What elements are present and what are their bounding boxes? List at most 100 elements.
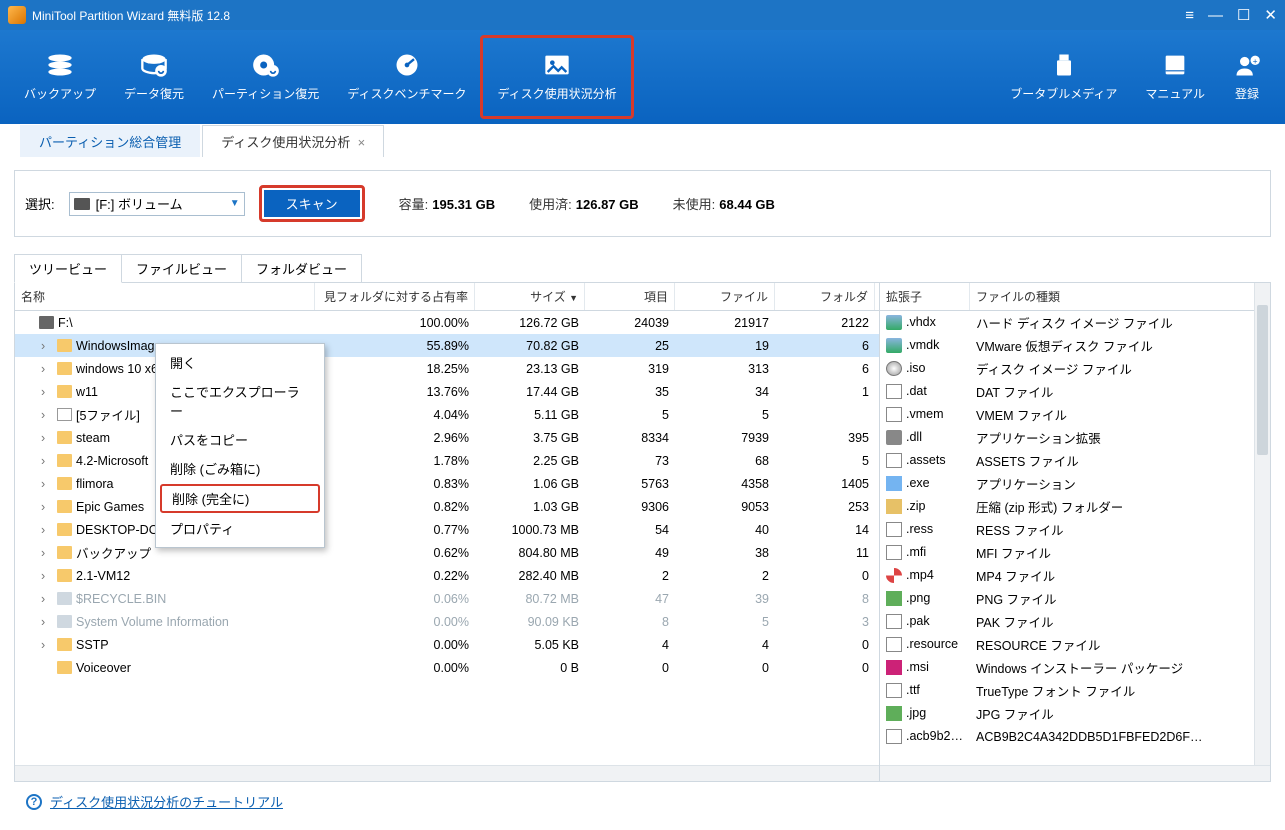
table-row[interactable]: .zip圧縮 (zip 形式) フォルダー [880, 495, 1254, 518]
table-row[interactable]: ›Epic Games0.82%1.03 GB93069053253 [15, 495, 879, 518]
table-row[interactable]: .acb9b2c4…ACB9B2C4A342DDB5D1FBFED2D6F… [880, 725, 1254, 748]
table-row[interactable]: ›windows 10 x6…18.25%23.13 GB3193136 [15, 357, 879, 380]
scan-button[interactable]: スキャン [264, 190, 360, 217]
expander-icon[interactable]: › [41, 569, 53, 583]
table-row[interactable]: ›System Volume Information0.00%90.09 KB8… [15, 610, 879, 633]
menu-open[interactable]: 開く [156, 348, 324, 377]
minimize-icon[interactable]: — [1208, 7, 1223, 24]
maximize-icon[interactable]: ☐ [1237, 6, 1250, 24]
partition-recovery-button[interactable]: パーティション復元 [198, 35, 333, 119]
col-occupancy[interactable]: 見フォルダに対する占有率 [315, 283, 475, 310]
disk-benchmark-button[interactable]: ディスクベンチマーク [333, 35, 480, 119]
ext-body[interactable]: .vhdxハード ディスク イメージ ファイル.vmdkVMware 仮想ディス… [880, 311, 1270, 765]
col-filetype[interactable]: ファイルの種類 [970, 283, 1270, 310]
data-recovery-button[interactable]: データ復元 [110, 35, 198, 119]
table-row[interactable]: .ressRESS ファイル [880, 518, 1254, 541]
expander-icon[interactable]: › [41, 454, 53, 468]
table-row[interactable]: ›SSTP0.00%5.05 KB440 [15, 633, 879, 656]
table-row[interactable]: .pakPAK ファイル [880, 610, 1254, 633]
expander-icon[interactable]: › [41, 362, 53, 376]
close-tab-icon[interactable]: × [358, 135, 366, 150]
table-row[interactable]: .jpgJPG ファイル [880, 702, 1254, 725]
table-row[interactable]: ›2.1-VM120.22%282.40 MB220 [15, 564, 879, 587]
register-button[interactable]: + 登録 [1219, 35, 1275, 119]
backup-button[interactable]: バックアップ [10, 35, 110, 119]
bootable-media-button[interactable]: ブータブルメディア [996, 35, 1131, 119]
table-row[interactable]: .msiWindows インストーラー パッケージ [880, 656, 1254, 679]
expander-icon[interactable]: › [41, 546, 53, 560]
col-folders[interactable]: フォルダ [775, 283, 875, 310]
table-row[interactable]: .vmemVMEM ファイル [880, 403, 1254, 426]
expander-icon[interactable]: › [41, 615, 53, 629]
row-occupancy: 0.83% [315, 477, 475, 491]
expander-icon[interactable]: › [41, 500, 53, 514]
expander-icon[interactable]: › [41, 638, 53, 652]
table-row[interactable]: ›w1113.76%17.44 GB35341 [15, 380, 879, 403]
expander-icon[interactable]: › [41, 523, 53, 537]
expander-icon[interactable]: › [41, 385, 53, 399]
expander-icon[interactable]: › [41, 477, 53, 491]
table-row[interactable]: .exeアプリケーション [880, 472, 1254, 495]
table-row[interactable]: ›$RECYCLE.BIN0.06%80.72 MB47398 [15, 587, 879, 610]
col-items[interactable]: 項目 [585, 283, 675, 310]
table-row[interactable]: .vhdxハード ディスク イメージ ファイル [880, 311, 1254, 334]
tab-partition-mgmt[interactable]: パーティション総合管理 [20, 125, 200, 157]
table-row[interactable]: .datDAT ファイル [880, 380, 1254, 403]
table-row[interactable]: .ttfTrueType フォント ファイル [880, 679, 1254, 702]
vertical-scrollbar[interactable] [1254, 283, 1270, 765]
row-type: VMware 仮想ディスク ファイル [970, 336, 1254, 355]
chevron-down-icon: ▼ [230, 198, 240, 209]
table-row[interactable]: .isoディスク イメージ ファイル [880, 357, 1254, 380]
tree-body[interactable]: F:\100.00%126.72 GB24039219172122›Window… [15, 311, 879, 765]
row-ext: .jpg [880, 706, 970, 721]
row-size: 90.09 KB [475, 615, 585, 629]
menu-delete-recycle[interactable]: 削除 (ごみ箱に) [156, 454, 324, 483]
row-ext: .pak [880, 614, 970, 629]
col-files[interactable]: ファイル [675, 283, 775, 310]
col-size[interactable]: サイズ ▼ [475, 283, 585, 310]
menu-delete-permanent[interactable]: 削除 (完全に) [160, 484, 320, 513]
table-row[interactable]: .resourceRESOURCE ファイル [880, 633, 1254, 656]
manual-button[interactable]: マニュアル [1131, 35, 1219, 119]
table-row[interactable]: .vmdkVMware 仮想ディスク ファイル [880, 334, 1254, 357]
volume-select[interactable]: [F:] ボリューム ▼ [69, 192, 245, 216]
table-row[interactable]: ›DESKTOP-DO…0.77%1000.73 MB544014 [15, 518, 879, 541]
tab-tree-view[interactable]: ツリービュー [14, 254, 122, 283]
table-row[interactable]: F:\100.00%126.72 GB24039219172122 [15, 311, 879, 334]
book-icon [1161, 53, 1189, 77]
expander-icon[interactable]: › [41, 339, 53, 353]
disk-usage-button[interactable]: ディスク使用状況分析 [480, 35, 633, 119]
tab-file-view[interactable]: ファイルビュー [122, 254, 242, 283]
scroll-thumb[interactable] [1257, 305, 1268, 455]
horizontal-scrollbar[interactable] [15, 765, 879, 781]
table-row[interactable]: ›steam2.96%3.75 GB83347939395 [15, 426, 879, 449]
expander-icon[interactable]: › [41, 431, 53, 445]
table-row[interactable]: ›WindowsImag…55.89%70.82 GB25196 [15, 334, 879, 357]
row-items: 8334 [585, 431, 675, 445]
expander-icon[interactable]: › [41, 592, 53, 606]
menu-copy-path[interactable]: パスをコピー [156, 425, 324, 454]
table-row[interactable]: ›[5ファイル]4.04%5.11 GB55 [15, 403, 879, 426]
drive-icon [74, 198, 90, 210]
table-row[interactable]: .assetsASSETS ファイル [880, 449, 1254, 472]
close-icon[interactable]: ✕ [1264, 6, 1277, 24]
table-row[interactable]: ›バックアップ0.62%804.80 MB493811 [15, 541, 879, 564]
tab-disk-usage[interactable]: ディスク使用状況分析 × [202, 125, 384, 157]
col-extension[interactable]: 拡張子 [880, 283, 970, 310]
tutorial-link[interactable]: ディスク使用状況分析のチュートリアル [50, 792, 283, 811]
col-name[interactable]: 名称 [15, 283, 315, 310]
horizontal-scrollbar[interactable] [880, 765, 1270, 781]
expander-icon[interactable]: › [41, 408, 53, 422]
tab-folder-view[interactable]: フォルダビュー [242, 254, 362, 283]
table-row[interactable]: Voiceover0.00%0 B000 [15, 656, 879, 679]
table-row[interactable]: ›flimora0.83%1.06 GB576343581405 [15, 472, 879, 495]
table-row[interactable]: .dllアプリケーション拡張 [880, 426, 1254, 449]
table-row[interactable]: .pngPNG ファイル [880, 587, 1254, 610]
folder-icon [57, 523, 72, 536]
menu-icon[interactable]: ≡ [1185, 7, 1194, 24]
table-row[interactable]: .mfiMFI ファイル [880, 541, 1254, 564]
table-row[interactable]: .mp4MP4 ファイル [880, 564, 1254, 587]
menu-open-explorer[interactable]: ここでエクスプローラー [156, 377, 324, 425]
table-row[interactable]: ›4.2-Microsoft1.78%2.25 GB73685 [15, 449, 879, 472]
menu-properties[interactable]: プロパティ [156, 514, 324, 543]
